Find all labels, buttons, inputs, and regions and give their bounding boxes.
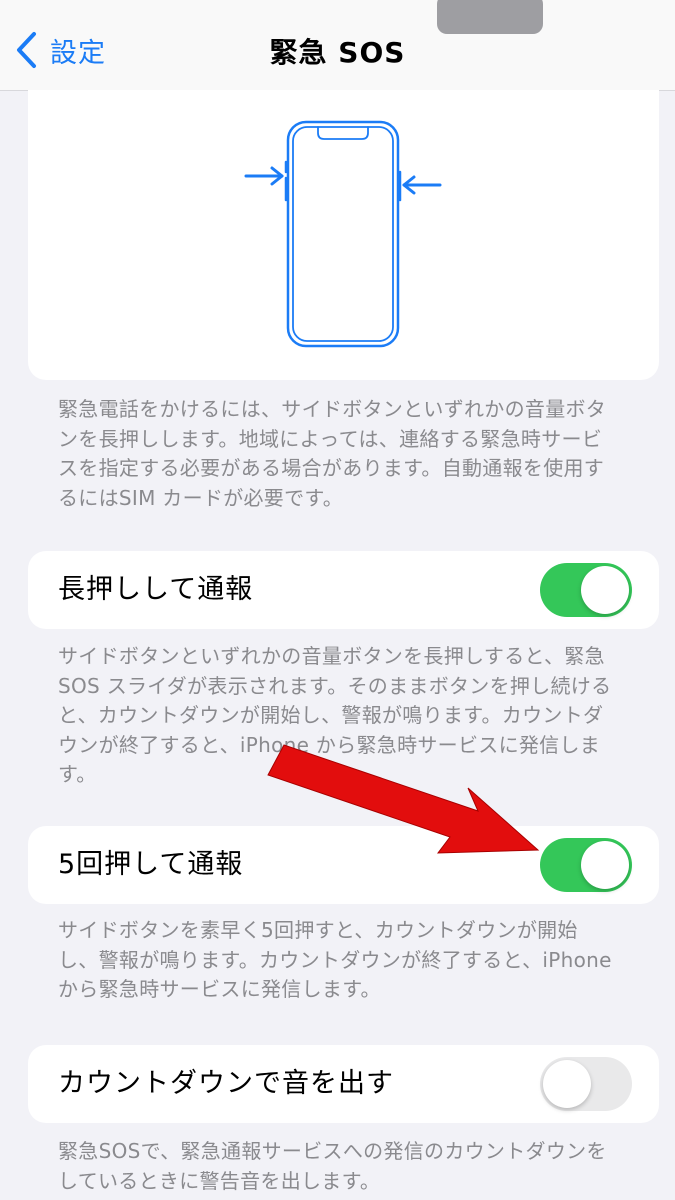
intro-description: 緊急電話をかけるには、サイドボタンといずれかの音量ボタンを長押しします。地域によ… [58,397,607,510]
setting-footer: 緊急SOSで、緊急通報サービスへの発信のカウントダウンをしているときに警告音を出… [58,1139,607,1193]
navigation-bar: 設定 緊急 SOS [0,0,675,91]
iphone-side-buttons-illustration [244,120,442,348]
setting-label: 長押しして通報 [58,574,254,605]
toggle-knob [581,566,629,614]
arrow-left-icon [402,175,442,195]
arrow-right-icon [244,166,284,186]
setting-label: カウントダウンで音を出す [58,1068,394,1099]
setting-footer: サイドボタンを素早く5回押すと、カウントダウンが開始し、警報が鳴ります。カウント… [58,918,612,1001]
setting-row-hold-to-call: 長押しして通報 [28,551,659,629]
setting-label: 5回押して通報 [58,849,244,880]
toggle-knob [581,841,629,889]
five-press-toggle[interactable] [540,838,632,892]
setting-row-countdown-sound: カウントダウンで音を出す [28,1045,659,1123]
page-title: 緊急 SOS [269,36,406,69]
hold-to-call-toggle[interactable] [540,563,632,617]
screen-recording-pill [437,0,543,34]
countdown-sound-toggle[interactable] [540,1057,632,1111]
toggle-knob [543,1060,591,1108]
red-arrow-annotation [267,744,540,854]
iphone-illustration-card [28,90,659,380]
